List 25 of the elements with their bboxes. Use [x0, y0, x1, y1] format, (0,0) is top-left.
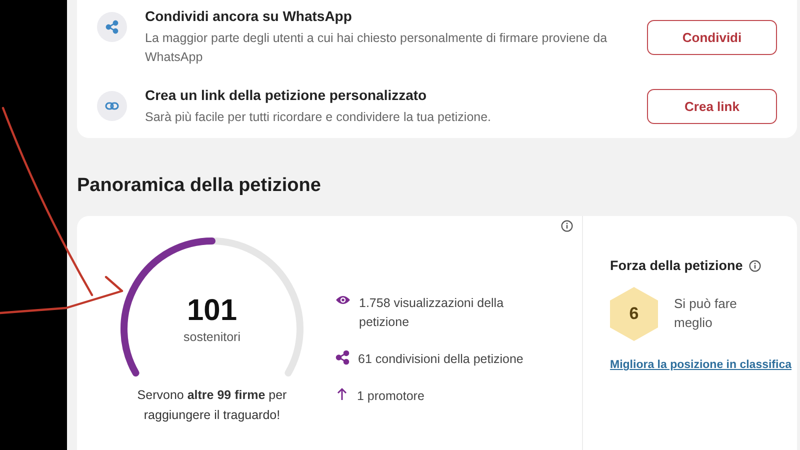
hexagon-icon: [610, 287, 658, 342]
goal-text: Servono altre 99 firme per raggiungere il traguardo!: [136, 387, 288, 424]
stat-text: 1 promotore: [357, 388, 426, 405]
arrow-up-icon: [335, 386, 349, 400]
info-icon[interactable]: [561, 220, 573, 232]
eye-icon: [335, 294, 351, 306]
stat-text: 61 condivisioni della petizione: [358, 350, 524, 368]
action-title: Condividi ancora su WhatsApp: [145, 8, 353, 24]
ranking-link[interactable]: Migliora la posizione in classifica: [610, 359, 797, 372]
strength-verdict: Si può fare meglio: [674, 295, 738, 332]
info-icon[interactable]: [748, 260, 761, 272]
supporter-label: sostenitori: [184, 330, 240, 344]
section-heading: Panoramica della petizione: [77, 175, 322, 198]
action-button[interactable]: Crea link: [647, 88, 777, 124]
action-description: La maggior parte degli utenti a cui hai chiesto personalmente di firmare proviene da WhatsApp: [145, 30, 608, 66]
supporter-count: 101: [186, 294, 238, 328]
action-title: Crea un link della petizione personalizzato: [145, 86, 428, 102]
share-icon: [335, 350, 350, 365]
action-description: Sarà più facile per tutti ricordare e condividere la tua petizione.: [145, 108, 492, 126]
strength-title: Forza della petizione: [610, 258, 743, 274]
stat-text: 1.758 visualizzazioni della petizione: [359, 295, 505, 331]
action-button[interactable]: Condividi: [647, 20, 777, 55]
strength-score: 6: [629, 304, 639, 324]
link-icon: [105, 100, 119, 110]
share-icon: [105, 20, 119, 34]
